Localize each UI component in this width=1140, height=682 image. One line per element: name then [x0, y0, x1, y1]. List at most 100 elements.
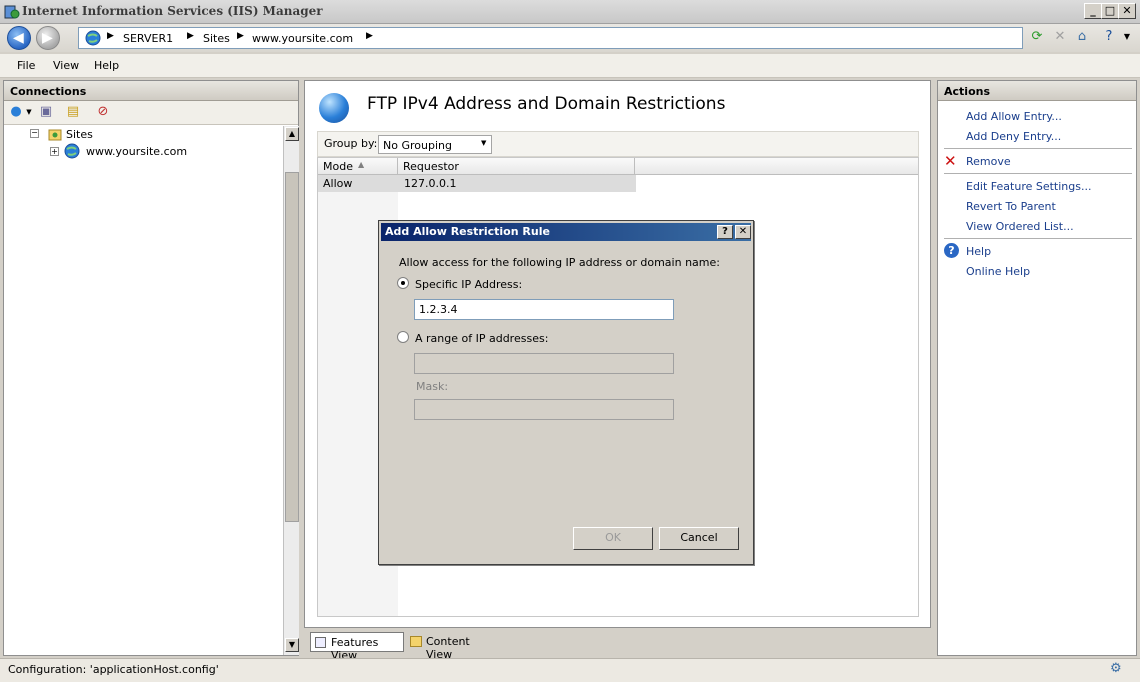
group-by-value: No Grouping [383, 139, 452, 152]
dialog-prompt: Allow access for the following IP addres… [399, 256, 720, 269]
group-by-bar: Group by: No Grouping ▼ [317, 131, 919, 157]
dialog-title: Add Allow Restriction Rule [385, 225, 550, 238]
scroll-down-icon[interactable]: ▼ [285, 638, 299, 652]
tree-expander[interactable]: − [30, 129, 39, 138]
specific-ip-input[interactable]: 1.2.3.4 [414, 299, 674, 320]
status-text: Configuration: 'applicationHost.config' [8, 663, 219, 676]
action-help[interactable]: Help [966, 245, 991, 258]
mask-label: Mask: [416, 380, 449, 393]
tree-expander[interactable]: + [50, 147, 59, 156]
row-requestor: 127.0.0.1 [404, 177, 457, 190]
dialog-help-button[interactable]: ? [717, 225, 733, 239]
ok-button[interactable]: OK [573, 527, 653, 550]
help-icon[interactable]: ? [1100, 28, 1118, 46]
feature-globe-icon [319, 93, 349, 123]
action-remove[interactable]: Remove [966, 155, 1011, 168]
breadcrumb-separator-icon: ▶ [366, 31, 373, 41]
actions-panel: Actions Add Allow Entry... Add Deny Entr… [937, 80, 1137, 656]
ip-range-radio[interactable] [397, 331, 409, 343]
chevron-down-icon: ▼ [481, 139, 487, 147]
maximize-button[interactable]: □ [1101, 3, 1119, 19]
help-icon: ? [944, 243, 959, 258]
menu-bar: File View Help [0, 54, 1140, 78]
page-title: FTP IPv4 Address and Domain Restrictions [367, 94, 726, 114]
divider [944, 173, 1132, 174]
mask-input[interactable] [414, 399, 674, 420]
folder-up-icon[interactable]: ▤ [64, 103, 82, 121]
specific-ip-label: Specific IP Address: [415, 278, 523, 291]
address-row: ◀ ▶ ▶ SERVER1 ▶ Sites ▶ www.yoursite.com… [0, 24, 1140, 52]
menu-file[interactable]: File [17, 59, 35, 72]
column-divider [634, 158, 635, 175]
remove-icon: ✕ [944, 152, 957, 170]
tab-content-view[interactable]: Content View [406, 632, 498, 661]
connections-panel: Connections ● ▼ ▣ ▤ ⊘ − Sites + www.your… [3, 80, 299, 656]
column-requestor[interactable]: Requestor [403, 160, 459, 173]
list-header: Mode ▲ Requestor [318, 158, 918, 175]
minimize-button[interactable]: _ [1084, 3, 1102, 19]
breadcrumb-site[interactable]: www.yoursite.com [252, 32, 353, 45]
divider [944, 238, 1132, 239]
menu-view[interactable]: View [53, 59, 79, 72]
stop-icon[interactable]: ✕ [1051, 28, 1069, 46]
dialog-title-bar[interactable]: Add Allow Restriction Rule ? ✕ [381, 223, 751, 241]
connections-tree: − Sites + www.yoursite.com [4, 126, 282, 655]
column-divider [397, 158, 398, 175]
features-view-icon [315, 637, 326, 648]
group-by-select[interactable]: No Grouping ▼ [378, 135, 492, 154]
action-add-deny[interactable]: Add Deny Entry... [966, 130, 1061, 143]
status-bar: Configuration: 'applicationHost.config' … [0, 658, 1140, 682]
cancel-button[interactable]: Cancel [659, 527, 739, 550]
chevron-down-icon[interactable]: ▼ [20, 103, 38, 121]
window-title: Internet Information Services (IIS) Mana… [22, 4, 323, 18]
specific-ip-radio[interactable] [397, 277, 409, 289]
actions-header: Actions [938, 81, 1136, 101]
globe-icon [85, 30, 101, 46]
tab-features-view[interactable]: Features View [310, 632, 404, 662]
scroll-thumb[interactable] [285, 172, 299, 522]
tree-item-sites[interactable]: Sites [66, 128, 93, 141]
menu-help[interactable]: Help [94, 59, 119, 72]
action-view-ordered-list[interactable]: View Ordered List... [966, 220, 1074, 233]
breadcrumb-sites[interactable]: Sites [203, 32, 230, 45]
ip-range-label: A range of IP addresses: [415, 332, 549, 345]
view-tabs: Features View Content View [304, 630, 931, 662]
sites-folder-icon [48, 129, 62, 141]
home-icon[interactable]: ⌂ [1073, 28, 1091, 46]
globe-icon [64, 143, 80, 159]
connections-toolbar: ● ▼ ▣ ▤ ⊘ [4, 101, 298, 125]
content-view-icon [410, 636, 422, 647]
close-button[interactable]: ✕ [1118, 3, 1136, 19]
save-icon[interactable]: ▣ [37, 103, 55, 121]
back-button[interactable]: ◀ [7, 26, 31, 50]
connections-header: Connections [4, 81, 298, 101]
chevron-down-icon[interactable]: ▼ [1118, 28, 1136, 46]
column-mode[interactable]: Mode [323, 160, 353, 173]
address-bar[interactable]: ▶ SERVER1 ▶ Sites ▶ www.yoursite.com ▶ [78, 27, 1023, 49]
title-bar: Internet Information Services (IIS) Mana… [0, 0, 1140, 24]
arrow-right-icon: ▶ [42, 30, 53, 46]
action-add-allow[interactable]: Add Allow Entry... [966, 110, 1062, 123]
iis-app-icon [4, 5, 20, 19]
breadcrumb-server[interactable]: SERVER1 [123, 32, 173, 45]
breadcrumb-separator-icon: ▶ [187, 31, 194, 41]
table-row[interactable]: Allow 127.0.0.1 [318, 175, 636, 192]
action-edit-feature-settings[interactable]: Edit Feature Settings... [966, 180, 1091, 193]
sort-asc-icon: ▲ [358, 160, 365, 169]
scroll-up-icon[interactable]: ▲ [285, 127, 299, 141]
disconnect-icon[interactable]: ⊘ [94, 103, 112, 121]
group-by-label: Group by: [324, 137, 378, 150]
action-online-help[interactable]: Online Help [966, 265, 1030, 278]
add-allow-restriction-dialog: Add Allow Restriction Rule ? ✕ Allow acc… [378, 220, 754, 565]
tree-item-site[interactable]: www.yoursite.com [86, 145, 187, 158]
connections-scrollbar[interactable]: ▲ ▼ [283, 126, 299, 655]
radio-selected-dot [401, 281, 405, 285]
dialog-close-button[interactable]: ✕ [735, 225, 751, 239]
refresh-icon[interactable]: ⟳ [1028, 28, 1046, 46]
divider [944, 148, 1132, 149]
network-icon: ⚙ [1110, 661, 1122, 676]
ip-range-input[interactable] [414, 353, 674, 374]
forward-button[interactable]: ▶ [36, 26, 60, 50]
arrow-left-icon: ◀ [13, 30, 24, 46]
action-revert-to-parent[interactable]: Revert To Parent [966, 200, 1056, 213]
